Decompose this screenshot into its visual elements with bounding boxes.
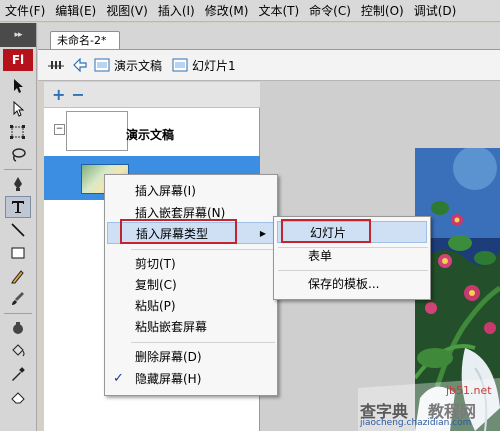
highlight-annotation-box xyxy=(120,219,237,244)
menu-separator xyxy=(131,342,275,343)
ink-bottle-icon[interactable] xyxy=(5,317,31,339)
text-tool-icon[interactable] xyxy=(5,196,31,218)
menu-control[interactable]: 控制(O) xyxy=(356,0,409,22)
root-screen-thumbnail[interactable] xyxy=(66,111,128,151)
menu-view[interactable]: 视图(V) xyxy=(101,0,153,22)
menu-bar: 文件(F) 编辑(E) 视图(V) 插入(I) 修改(M) 文本(T) 命令(C… xyxy=(0,0,500,22)
highlight-annotation-box xyxy=(281,219,371,243)
add-screen-button[interactable]: + xyxy=(52,86,65,103)
edit-bar: 演示文稿 幻灯片1 xyxy=(38,49,500,81)
watermark: jb51.net 查字典 教程网 jiaocheng.chazidian.com xyxy=(358,378,500,431)
timeline-toggle-icon[interactable] xyxy=(46,57,66,73)
pencil-tool-icon[interactable] xyxy=(5,265,31,287)
scene-crumb-label: 演示文稿 xyxy=(114,58,163,73)
menu-item-insert-screen[interactable]: 插入屏幕(I) xyxy=(105,180,196,202)
screen-icon xyxy=(94,58,110,72)
root-screen-label: 演示文稿 xyxy=(126,128,175,142)
submenu-item-form[interactable]: 表单 xyxy=(274,245,332,267)
submenu-arrow-icon: ▶ xyxy=(259,229,266,238)
menu-separator xyxy=(278,270,428,271)
document-tab[interactable]: 未命名-2* xyxy=(50,31,120,50)
tools-panel: ▸▸ Fl xyxy=(0,23,37,431)
menu-item-copy[interactable]: 复制(C) xyxy=(105,274,177,296)
tool-separator xyxy=(4,313,32,314)
subselection-tool-icon[interactable] xyxy=(5,98,31,120)
screen-context-menu: 插入屏幕(I) 插入嵌套屏幕(N) 插入屏幕类型 ▶ 剪切(T) 复制(C) 粘… xyxy=(104,174,278,396)
back-arrow-icon[interactable] xyxy=(72,58,88,72)
menu-item-cut[interactable]: 剪切(T) xyxy=(105,253,176,275)
menu-insert[interactable]: 插入(I) xyxy=(153,0,200,22)
selection-tool-icon[interactable] xyxy=(5,75,31,97)
menu-separator xyxy=(131,249,275,250)
menu-text[interactable]: 文本(T) xyxy=(253,0,304,22)
scene-crumb[interactable]: 演示文稿 xyxy=(94,57,162,74)
eraser-icon[interactable] xyxy=(5,386,31,408)
submenu-item-saved-template[interactable]: 保存的模板... xyxy=(274,273,379,295)
menu-item-paste[interactable]: 粘贴(P) xyxy=(105,295,176,317)
tool-separator xyxy=(4,169,32,170)
watermark-site: jb51.net xyxy=(446,384,492,397)
paint-bucket-icon[interactable] xyxy=(5,340,31,362)
menu-item-hide-screen[interactable]: ✓ 隐藏屏幕(H) xyxy=(105,368,201,390)
line-tool-icon[interactable] xyxy=(5,219,31,241)
free-transform-icon[interactable] xyxy=(5,121,31,143)
menu-modify[interactable]: 修改(M) xyxy=(200,0,254,22)
menu-file[interactable]: 文件(F) xyxy=(0,0,50,22)
collapse-toggle-icon[interactable]: − xyxy=(54,124,65,135)
slide-crumb[interactable]: 幻灯片1 xyxy=(172,57,236,74)
menu-edit[interactable]: 编辑(E) xyxy=(50,0,101,22)
panel-grip[interactable]: ▸▸ xyxy=(0,23,36,47)
menu-commands[interactable]: 命令(C) xyxy=(304,0,356,22)
screen-panel-toolbar: + − xyxy=(44,82,260,108)
menu-item-delete-screen[interactable]: 删除屏幕(D) xyxy=(105,346,202,368)
screen-icon xyxy=(172,58,188,72)
slide-crumb-label: 幻灯片1 xyxy=(192,58,236,73)
rectangle-tool-icon[interactable] xyxy=(5,242,31,264)
document-tab-strip: 未命名-2* xyxy=(38,23,500,50)
brush-tool-icon[interactable] xyxy=(5,288,31,310)
menu-item-paste-nested-screen[interactable]: 粘贴嵌套屏幕 xyxy=(105,316,207,338)
pen-tool-icon[interactable] xyxy=(5,173,31,195)
lasso-tool-icon[interactable] xyxy=(5,144,31,166)
eyedropper-icon[interactable] xyxy=(5,363,31,385)
menu-item-label: 隐藏屏幕(H) xyxy=(135,372,202,386)
check-mark-icon: ✓ xyxy=(113,371,124,386)
watermark-url: jiaocheng.chazidian.com xyxy=(360,418,472,428)
flash-logo: Fl xyxy=(3,49,33,71)
menu-debug[interactable]: 调试(D) xyxy=(409,0,462,22)
remove-screen-button[interactable]: − xyxy=(71,86,84,103)
